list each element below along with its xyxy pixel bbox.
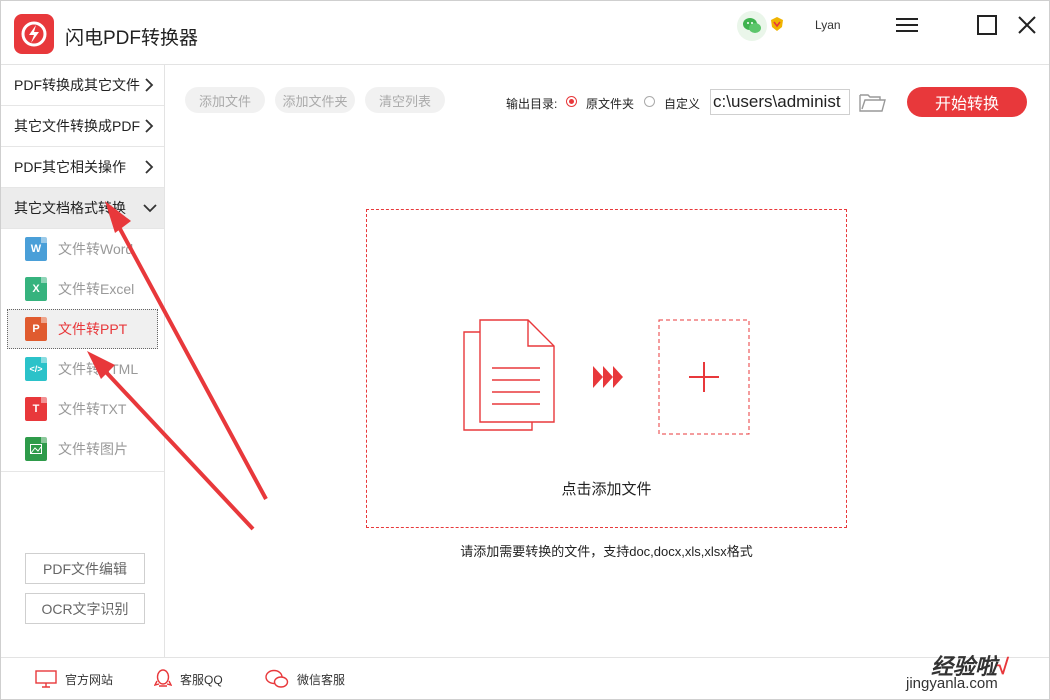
supported-formats-hint: 请添加需要转换的文件，支持doc,docx,xls,xlsx格式 xyxy=(460,544,753,559)
add-file-button[interactable]: 添加文件 xyxy=(185,87,265,113)
pdf-edit-button[interactable]: PDF文件编辑 xyxy=(25,553,145,584)
radio-custom[interactable] xyxy=(644,96,655,107)
txt-file-icon: T xyxy=(25,397,47,421)
image-file-icon xyxy=(25,437,47,461)
sub-item-list: W 文件转Word X 文件转Excel P 文件转PPT </> 文件转HTM… xyxy=(1,229,164,472)
qq-icon xyxy=(154,669,172,687)
footer-label: 客服QQ xyxy=(180,672,223,687)
category-label: 其它文档格式转换 xyxy=(14,200,126,216)
sidebar-item-to-txt[interactable]: T 文件转TXT xyxy=(1,389,164,429)
ppt-file-icon: P xyxy=(25,317,47,341)
output-path-input[interactable] xyxy=(710,89,850,115)
chevron-right-icon xyxy=(145,160,154,174)
app-logo-icon xyxy=(14,14,54,54)
radio-custom-label: 自定义 xyxy=(664,97,701,111)
wechat-icon xyxy=(265,669,289,688)
drop-zone-text: 点击添加文件 xyxy=(561,481,652,498)
app-window: 闪电PDF转换器 Lyan PDF转换成其它文件 其它文件转换成PDF PDF其… xyxy=(0,0,1050,700)
sidebar-category-other-format[interactable]: 其它文档格式转换 xyxy=(1,188,164,229)
sidebar-item-to-image[interactable]: 文件转图片 xyxy=(1,429,164,469)
sidebar-item-to-ppt[interactable]: P 文件转PPT xyxy=(7,309,158,349)
sub-item-label: 文件转TXT xyxy=(58,401,127,417)
html-file-icon: </> xyxy=(25,357,47,381)
add-plus-icon[interactable] xyxy=(658,319,750,435)
file-drop-zone[interactable]: 点击添加文件 xyxy=(366,209,847,528)
watermark-url: jingyanla.com xyxy=(906,675,998,692)
sub-item-label: 文件转Word xyxy=(58,241,134,257)
chevron-right-icon xyxy=(145,78,154,92)
category-label: 其它文件转换成PDF xyxy=(14,118,140,134)
footer-label: 官方网站 xyxy=(65,672,114,687)
official-website-link[interactable]: 官方网站 xyxy=(35,668,113,690)
document-icon xyxy=(463,319,555,431)
footer-bar: 官方网站 客服QQ 微信客服 xyxy=(1,657,1049,699)
sidebar: PDF转换成其它文件 其它文件转换成PDF PDF其它相关操作 其它文档格式转换… xyxy=(1,65,165,657)
open-folder-icon[interactable] xyxy=(858,90,888,114)
word-file-icon: W xyxy=(25,237,47,261)
title-bar: 闪电PDF转换器 Lyan xyxy=(1,1,1049,65)
sidebar-item-to-word[interactable]: W 文件转Word xyxy=(1,229,164,269)
vip-crown-icon[interactable] xyxy=(769,16,785,32)
add-folder-button[interactable]: 添加文件夹 xyxy=(275,87,355,113)
support-wechat-link[interactable]: 微信客服 xyxy=(265,668,345,690)
sidebar-item-to-html[interactable]: </> 文件转HTML xyxy=(1,349,164,389)
sub-item-label: 文件转图片 xyxy=(58,441,128,457)
footer-label: 微信客服 xyxy=(297,672,346,687)
app-title: 闪电PDF转换器 xyxy=(65,28,199,49)
sidebar-category-pdf-to-other[interactable]: PDF转换成其它文件 xyxy=(1,65,164,106)
sub-item-label: 文件转HTML xyxy=(58,361,139,377)
menu-icon[interactable] xyxy=(893,11,921,39)
excel-file-icon: X xyxy=(25,277,47,301)
close-icon[interactable] xyxy=(1013,11,1041,39)
output-dir-label: 输出目录: xyxy=(506,97,558,111)
chevron-right-icon xyxy=(145,119,154,133)
username[interactable]: Lyan xyxy=(815,18,841,32)
wechat-login-icon[interactable] xyxy=(737,11,767,41)
monitor-icon xyxy=(35,670,57,688)
maximize-icon[interactable] xyxy=(973,11,1001,39)
start-convert-button[interactable]: 开始转换 xyxy=(907,87,1027,117)
ocr-button[interactable]: OCR文字识别 xyxy=(25,593,145,624)
chevron-down-icon xyxy=(143,204,157,213)
sub-item-label: 文件转Excel xyxy=(58,281,135,297)
sidebar-item-to-excel[interactable]: X 文件转Excel xyxy=(1,269,164,309)
category-label: PDF转换成其它文件 xyxy=(14,77,140,93)
category-label: PDF其它相关操作 xyxy=(14,159,126,175)
clear-list-button[interactable]: 清空列表 xyxy=(365,87,445,113)
sidebar-category-pdf-other-ops[interactable]: PDF其它相关操作 xyxy=(1,147,164,188)
radio-original-label: 原文件夹 xyxy=(586,97,635,111)
triple-arrow-icon xyxy=(593,366,623,388)
radio-original-folder[interactable] xyxy=(566,96,577,107)
sub-item-label: 文件转PPT xyxy=(58,321,128,337)
support-qq-link[interactable]: 客服QQ xyxy=(154,668,223,690)
sidebar-category-other-to-pdf[interactable]: 其它文件转换成PDF xyxy=(1,106,164,147)
